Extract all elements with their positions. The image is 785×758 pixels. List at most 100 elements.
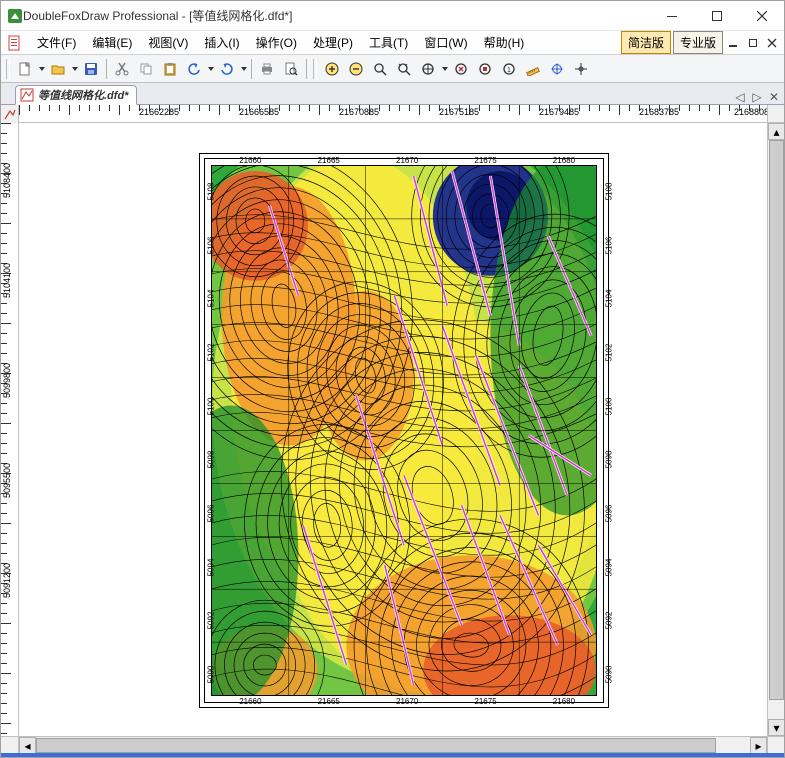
map-axis-label: 21675 — [474, 697, 496, 706]
map-axis-label: 21680 — [553, 697, 575, 706]
h-ruler-label: 21670885 — [339, 107, 379, 117]
svg-text:1: 1 — [507, 67, 511, 74]
canvas[interactable]: 2166021660216652166521670216702167521675… — [19, 123, 767, 736]
v-ruler-label: 5091200 — [2, 563, 12, 598]
crosshair-button[interactable] — [569, 58, 593, 80]
mdi-close-button[interactable] — [764, 35, 780, 51]
window-title: DoubleFoxDraw Professional - [等值线网格化.dfd… — [23, 7, 649, 24]
zoom-out-button[interactable] — [344, 58, 368, 80]
menu-item[interactable]: 帮助(H) — [476, 31, 533, 54]
mdi-minimize-button[interactable] — [726, 35, 742, 51]
menu-item[interactable]: 插入(I) — [196, 31, 247, 54]
menu-item[interactable]: 操作(O) — [248, 31, 305, 54]
new-dropdown[interactable] — [37, 67, 46, 71]
h-ruler-label: 21683785 — [639, 107, 679, 117]
status-bar — [1, 753, 784, 757]
toolbar-grip-2[interactable] — [313, 59, 317, 79]
zoom-in-button[interactable] — [320, 58, 344, 80]
zoom-extent-button[interactable] — [416, 58, 440, 80]
menu-item[interactable]: 窗口(W) — [416, 31, 475, 54]
h-ruler-label: 21688085 — [734, 107, 767, 117]
horizontal-scrollbar[interactable]: ◂ ▸ — [1, 736, 784, 753]
document-tab-label: 等值线网格化.dfd* — [38, 87, 128, 103]
map-axis-label: 5104 — [604, 290, 613, 308]
document-tab[interactable]: 等值线网格化.dfd* — [15, 85, 137, 105]
map-axis-label: 5090 — [604, 666, 613, 684]
map-axis-label: 5106 — [604, 236, 613, 254]
window-controls — [649, 1, 784, 30]
h-ruler-label: 21679485 — [539, 107, 579, 117]
workspace: 2166228521666585216708852167518521679485… — [1, 105, 784, 753]
map-axis-label: 5096 — [604, 505, 613, 523]
zoom-real-button[interactable]: 1 — [497, 58, 521, 80]
map-axis-label: 5100 — [206, 397, 215, 415]
menu-item[interactable]: 工具(T) — [361, 31, 416, 54]
copy-button[interactable] — [134, 58, 158, 80]
menu-item[interactable]: 编辑(E) — [84, 31, 140, 54]
mode-pro-button[interactable]: 专业版 — [673, 31, 723, 54]
close-button[interactable] — [739, 1, 784, 30]
save-button[interactable] — [79, 58, 103, 80]
map-axis-label: 21660 — [239, 697, 261, 706]
maximize-button[interactable] — [694, 1, 739, 30]
map-axis-label: 5092 — [604, 612, 613, 630]
horizontal-scroll-thumb[interactable] — [36, 738, 716, 753]
ruler-corner-right — [767, 105, 784, 122]
cut-button[interactable] — [110, 58, 134, 80]
paste-button[interactable] — [158, 58, 182, 80]
vertical-scroll-thumb[interactable] — [769, 140, 784, 700]
h-ruler-label: 21675185 — [439, 107, 479, 117]
vertical-scrollbar[interactable]: ▴ ▾ — [767, 123, 784, 736]
tab-close-button[interactable]: ✕ — [767, 90, 781, 104]
horizontal-ruler[interactable]: 2166228521666585216708852167518521679485… — [19, 105, 767, 122]
document-tabs: 等值线网格化.dfd* ◁ ▷ ✕ — [1, 83, 784, 105]
map-axis-label: 5102 — [604, 344, 613, 362]
tab-prev-button[interactable]: ◁ — [733, 90, 747, 104]
print-button[interactable] — [255, 58, 279, 80]
scroll-left-button[interactable]: ◂ — [19, 737, 36, 753]
zoom-extent-dropdown[interactable] — [440, 67, 449, 71]
redo-dropdown[interactable] — [239, 67, 248, 71]
toolbar-grip[interactable] — [6, 59, 10, 79]
map-axis-label: 5092 — [206, 612, 215, 630]
ruler-corner — [1, 105, 19, 123]
map-axis-label: 21680 — [553, 156, 575, 165]
scroll-corner-right — [767, 737, 784, 753]
vertical-ruler[interactable]: 51084005104100509980050955005091200 — [1, 123, 19, 736]
minimize-button[interactable] — [649, 1, 694, 30]
undo-dropdown[interactable] — [206, 67, 215, 71]
app-icon — [7, 8, 23, 24]
tab-next-button[interactable]: ▷ — [750, 90, 764, 104]
menu-item[interactable]: 文件(F) — [29, 31, 84, 54]
scroll-up-button[interactable]: ▴ — [768, 123, 784, 140]
zoom-prev-button[interactable] — [449, 58, 473, 80]
open-dropdown[interactable] — [70, 67, 79, 71]
scroll-down-button[interactable]: ▾ — [768, 719, 784, 736]
zoom-dynamic-button[interactable] — [392, 58, 416, 80]
map-axis-label: 5100 — [604, 397, 613, 415]
map-axis-label: 21665 — [318, 697, 340, 706]
preview-button[interactable] — [279, 58, 303, 80]
redo-button[interactable] — [215, 58, 239, 80]
menu-item[interactable]: 处理(P) — [305, 31, 361, 54]
menu-item[interactable]: 视图(V) — [140, 31, 196, 54]
menu-items: 文件(F)编辑(E)视图(V)插入(I)操作(O)处理(P)工具(T)窗口(W)… — [29, 31, 532, 54]
scroll-corner-left — [1, 737, 19, 753]
map-axis-label: 21660 — [239, 156, 261, 165]
map-frame: 2166021660216652166521670216702167521675… — [199, 153, 609, 708]
undo-button[interactable] — [182, 58, 206, 80]
zoom-window-button[interactable] — [368, 58, 392, 80]
scroll-right-button[interactable]: ▸ — [750, 737, 767, 753]
corner-icon — [4, 108, 16, 120]
open-button[interactable] — [46, 58, 70, 80]
contour-map — [211, 165, 597, 696]
mode-simple-button[interactable]: 简洁版 — [621, 31, 671, 54]
v-ruler-label: 5099800 — [2, 363, 12, 398]
pan-button[interactable] — [545, 58, 569, 80]
map-axis-label: 5104 — [206, 290, 215, 308]
new-button[interactable] — [13, 58, 37, 80]
map-axis-label: 21670 — [396, 156, 418, 165]
zoom-area-button[interactable] — [473, 58, 497, 80]
mdi-restore-button[interactable] — [745, 35, 761, 51]
measure-button[interactable] — [521, 58, 545, 80]
